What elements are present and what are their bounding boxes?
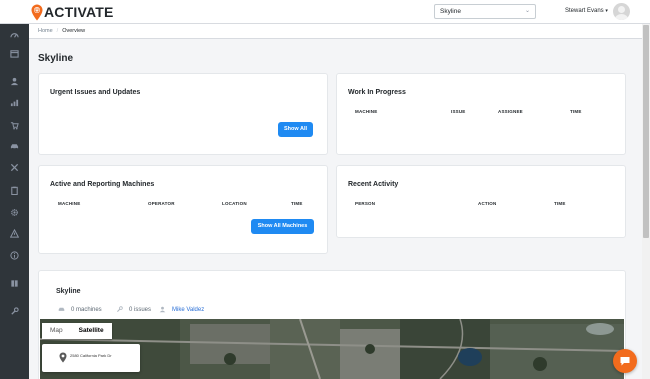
user-name: Stewart Evans	[565, 8, 604, 14]
urgent-issues-title: Urgent Issues and Updates	[50, 89, 141, 96]
speedometer-icon[interactable]	[9, 30, 20, 41]
wrench-icon[interactable]	[9, 306, 20, 317]
active-machines-title: Active and Reporting Machines	[50, 181, 155, 188]
machines-col-time[interactable]: TIME	[291, 201, 303, 206]
top-header: ACTIVATE Skyline ⌄ Stewart Evans ▾	[0, 0, 650, 24]
activity-col-person[interactable]: PERSON	[355, 201, 375, 206]
gear-icon[interactable]	[9, 207, 20, 218]
work-in-progress-title: Work In Progress	[348, 89, 406, 96]
brand-logo[interactable]: ACTIVATE	[31, 2, 114, 22]
map-info-window: 2580 California Park Dr	[42, 344, 140, 372]
book-icon[interactable]	[9, 278, 20, 289]
site-manager-link[interactable]: Mike Valdez	[172, 307, 204, 313]
activity-col-action[interactable]: ACTION	[478, 201, 496, 206]
user-menu[interactable]: Stewart Evans ▾	[565, 8, 608, 14]
issues-count: 0 issues	[116, 306, 151, 313]
clipboard-icon[interactable]	[9, 185, 20, 196]
machine-icon	[58, 307, 65, 311]
info-icon[interactable]	[9, 250, 20, 261]
site-select[interactable]: Skyline ⌄	[434, 4, 536, 19]
wip-col-time[interactable]: TIME	[570, 109, 582, 114]
breadcrumb-separator: /	[56, 28, 59, 34]
activity-col-time[interactable]: TIME	[554, 201, 566, 206]
car-icon[interactable]	[9, 141, 20, 152]
work-in-progress-card: Work In Progress MACHINE ISSUE ASSIGNEE …	[336, 73, 626, 155]
warning-icon[interactable]	[9, 228, 20, 239]
show-all-machines-button[interactable]: Show All Machines	[251, 219, 314, 234]
page-title: Skyline	[38, 53, 74, 64]
brand-name: ACTIVATE	[44, 4, 114, 20]
tools-icon[interactable]	[9, 162, 20, 173]
site-manager: Mike Valdez	[159, 306, 204, 313]
avatar[interactable]	[613, 3, 630, 20]
tab-map[interactable]: Map	[42, 323, 71, 339]
map-marker-icon	[59, 352, 67, 363]
show-all-button[interactable]: Show All	[278, 122, 313, 137]
site-select-value: Skyline	[440, 8, 461, 15]
issues-count-text: 0 issues	[129, 306, 152, 313]
user-icon[interactable]	[9, 76, 20, 87]
wrench-small-icon	[117, 306, 123, 312]
machines-count-text: 0 machines	[71, 306, 102, 313]
calendar-icon[interactable]	[9, 48, 20, 59]
cart-icon[interactable]	[9, 120, 20, 131]
urgent-issues-card: Urgent Issues and Updates Show All	[38, 73, 328, 155]
sidebar	[0, 0, 29, 379]
caret-down-icon: ▾	[605, 8, 608, 14]
chart-icon[interactable]	[9, 97, 20, 108]
machines-col-machine[interactable]: MACHINE	[58, 201, 80, 206]
breadcrumb: Home / Overview	[29, 24, 642, 39]
machines-col-location[interactable]: LOCATION	[222, 201, 247, 206]
chat-icon	[620, 357, 630, 366]
machines-col-operator[interactable]: OPERATOR	[148, 201, 175, 206]
person-icon	[159, 306, 166, 313]
chevron-down-icon: ⌄	[524, 8, 530, 14]
breadcrumb-home[interactable]: Home	[38, 28, 53, 34]
map-address: 2580 California Park Dr	[70, 353, 112, 358]
site-card-title: Skyline	[56, 288, 81, 295]
scrollbar-thumb[interactable]	[643, 25, 649, 238]
wip-col-issue[interactable]: ISSUE	[451, 109, 466, 114]
recent-activity-title: Recent Activity	[348, 181, 399, 188]
tab-satellite[interactable]: Satellite	[71, 323, 112, 339]
machines-count: 0 machines	[58, 306, 102, 313]
active-machines-card: Active and Reporting Machines MACHINE OP…	[38, 165, 328, 254]
wip-col-assignee[interactable]: ASSIGNEE	[498, 109, 523, 114]
location-pin-logo-icon	[31, 4, 43, 20]
recent-activity-card: Recent Activity PERSON ACTION TIME	[336, 165, 626, 238]
map-type-tabs: Map Satellite	[42, 323, 112, 339]
wip-col-machine[interactable]: MACHINE	[355, 109, 377, 114]
breadcrumb-current: Overview	[62, 28, 86, 34]
chat-button[interactable]	[613, 349, 637, 373]
